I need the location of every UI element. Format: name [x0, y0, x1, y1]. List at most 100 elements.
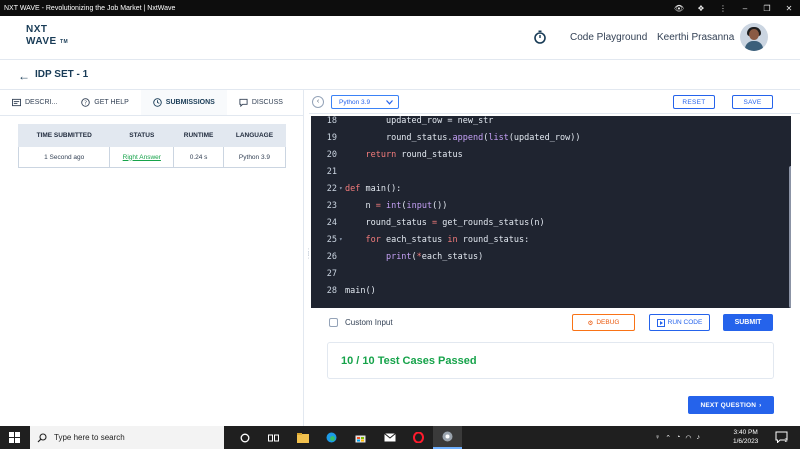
status-link[interactable]: Right Answer — [123, 154, 161, 161]
debug-label: DEBUG — [596, 319, 620, 326]
svg-text:?: ? — [84, 101, 87, 107]
tab-get-help[interactable]: ? GET HELP — [69, 90, 141, 115]
file-explorer-icon[interactable] — [288, 426, 317, 449]
code-line: 19 round_status.append(list(updated_row)… — [311, 129, 791, 146]
avatar[interactable] — [740, 23, 768, 51]
line-number: 21 — [326, 166, 337, 177]
code-text: return round_status — [345, 149, 463, 160]
language-select[interactable]: Python 3.9 — [331, 95, 399, 109]
runtime-cell: 0.24 s — [173, 146, 224, 168]
run-code-button[interactable]: RUN CODE — [649, 314, 710, 331]
taskbar-search[interactable]: Type here to search — [30, 426, 224, 449]
window-title: NXT WAVE - Revolutionizing the Job Marke… — [4, 4, 176, 12]
code-editor[interactable]: 28 main() 27 26 print(*each_status) 25 ▾ for … — [311, 116, 791, 308]
show-hidden-icons-icon[interactable]: ⌃ — [665, 434, 671, 442]
code-token: updated_row = new_str — [385, 116, 494, 126]
avatar-body — [745, 41, 763, 51]
cortana-icon[interactable] — [230, 426, 259, 449]
logo-line-2: WAVE — [26, 36, 57, 47]
network-icon[interactable]: ◔ — [676, 434, 680, 441]
custom-input-checkbox[interactable] — [329, 318, 338, 327]
restore-button[interactable]: ❐ — [756, 4, 778, 13]
table-header-row: TIME SUBMITTED STATUS RUNTIME LANGUAGE — [17, 124, 287, 147]
code-text: round_status = get_rounds_status(n) — [345, 217, 544, 228]
code-playground-link[interactable]: Code Playground — [570, 32, 647, 43]
code-token: round_status. — [385, 132, 453, 143]
tab-discuss[interactable]: DISCUSS — [227, 90, 295, 115]
line-number: 25 — [326, 234, 337, 245]
extensions-icon[interactable]: ❖ — [690, 4, 712, 13]
reset-button[interactable]: RESET — [673, 95, 715, 109]
edge-browser-icon[interactable] — [317, 426, 346, 449]
description-icon — [12, 98, 21, 107]
nxtwave-logo[interactable]: NXT WAVE TM — [26, 24, 68, 48]
notifications-icon[interactable]: 2 — [775, 431, 788, 443]
code-line: 20 return round_status — [311, 146, 791, 163]
debug-button[interactable]: ⚙ DEBUG — [572, 314, 635, 331]
task-view-icon[interactable] — [259, 426, 288, 449]
right-panel: ‹ Python 3.9 RESET SAVE 28 main() 27 26 pri… — [309, 90, 800, 426]
custom-input-toggle[interactable]: Custom Input — [329, 318, 393, 327]
tab-submissions[interactable]: SUBMISSIONS — [140, 90, 227, 115]
table-row: 1 Second ago Right Answer 0.24 s Python … — [17, 146, 287, 168]
bug-icon: ⚙ — [587, 319, 594, 327]
submissions-table: TIME SUBMITTED STATUS RUNTIME LANGUAGE 1… — [17, 124, 287, 168]
time-submitted-cell: 1 Second ago — [17, 146, 111, 168]
breadcrumb: ← IDP SET - 1 — [0, 60, 800, 90]
code-text: n = int(input()) — [345, 201, 447, 211]
volume-icon[interactable]: ♪ — [696, 434, 700, 441]
clock-time: 3:40 PM — [733, 429, 758, 436]
tab-description-label: DESCRI... — [25, 99, 58, 106]
code-token: round_status — [365, 217, 433, 228]
window-title-bar: NXT WAVE - Revolutionizing the Job Marke… — [0, 0, 800, 16]
column-header: RUNTIME — [173, 124, 224, 147]
chat-icon — [239, 98, 248, 107]
stopwatch-icon[interactable] — [533, 30, 547, 44]
wifi-icon[interactable]: ◠ — [685, 434, 691, 442]
chevron-down-icon — [386, 99, 393, 105]
chrome-icon[interactable] — [433, 426, 462, 449]
code-token: round_status — [396, 149, 463, 160]
code-token: (updated_row)) — [508, 132, 581, 143]
custom-input-label: Custom Input — [345, 318, 393, 327]
mail-icon[interactable] — [375, 426, 404, 449]
people-icon[interactable]: ♀ — [655, 434, 660, 441]
code-line: 18 updated_row = new_str — [311, 116, 791, 129]
user-name[interactable]: Keerthi Prasanna — [657, 32, 734, 43]
code-token: in — [447, 234, 458, 245]
code-token: main() — [345, 285, 376, 296]
language-select-value: Python 3.9 — [339, 98, 371, 106]
chevron-right-icon: › — [759, 401, 762, 409]
taskbar-clock[interactable]: 3:40 PM 1/6/2023 — [733, 428, 758, 446]
submit-button[interactable]: SUBMIT — [723, 314, 773, 331]
left-tabs: DESCRI... ? GET HELP SUBMISSIONS DISCUSS — [0, 90, 303, 116]
store-icon[interactable] — [346, 426, 375, 449]
collapse-panel-button[interactable]: ‹ — [312, 96, 324, 108]
column-header: TIME SUBMITTED — [17, 124, 111, 147]
more-menu-icon[interactable]: ⋮ — [712, 4, 734, 13]
code-text: for each_status in round_status: — [345, 235, 529, 245]
tracking-off-icon[interactable]: 👁︎ — [668, 4, 690, 13]
next-question-button[interactable]: NEXT QUESTION › — [688, 396, 774, 414]
back-arrow-icon[interactable]: ← — [18, 69, 30, 83]
help-circle-icon: ? — [81, 98, 91, 107]
line-number: 27 — [326, 268, 337, 279]
logo-line-1: NXT — [26, 24, 48, 35]
code-text: print(*each_status) — [345, 252, 483, 262]
windows-start-icon[interactable] — [9, 432, 20, 443]
status-cell: Right Answer — [109, 146, 175, 168]
editor-scrollbar[interactable] — [789, 166, 791, 308]
opera-icon[interactable] — [404, 426, 433, 449]
code-line: 28 main() — [311, 282, 791, 299]
close-window-button[interactable]: ✕ — [778, 4, 800, 13]
code-line: 24 round_status = get_rounds_status(n) — [311, 214, 791, 231]
save-button[interactable]: SAVE — [732, 95, 773, 109]
code-line: 26 print(*each_status) — [311, 248, 791, 265]
tab-description[interactable]: DESCRI... — [0, 90, 69, 115]
minimize-button[interactable]: – — [734, 4, 756, 13]
test-result-text: 10 / 10 Test Cases Passed — [341, 355, 477, 367]
code-token: input — [406, 200, 433, 211]
code-text: updated_row = new_str — [345, 116, 493, 126]
tab-submissions-label: SUBMISSIONS — [165, 99, 215, 106]
code-text: round_status.append(list(updated_row)) — [345, 132, 581, 143]
